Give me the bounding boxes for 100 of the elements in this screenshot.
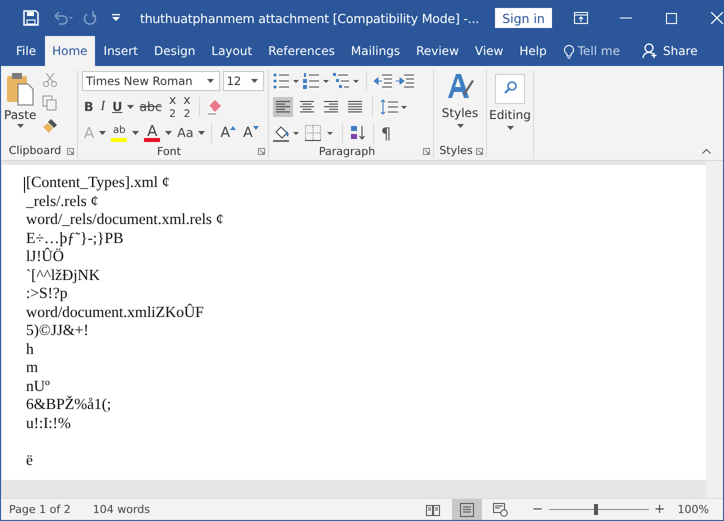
dropdown-arrow-icon: [251, 79, 258, 83]
dropdown-arrow-icon[interactable]: [99, 131, 106, 135]
ribbon-tab[interactable]: Design: [146, 36, 202, 66]
paintbrush-icon[interactable]: [42, 118, 58, 134]
group-label: Font: [157, 144, 181, 158]
font-size-button[interactable]: A: [241, 126, 261, 140]
document-line: 5)©JJ&+!: [26, 322, 90, 340]
customize-menu-icon[interactable]: [112, 14, 120, 22]
web-page-icon: [493, 502, 508, 516]
font-size-combo[interactable]: 12: [222, 71, 264, 91]
paint-bucket-icon[interactable]: [273, 124, 301, 142]
ribbon-display-options-icon[interactable]: [574, 12, 588, 24]
collapse-ribbon-icon[interactable]: [702, 149, 711, 154]
book-icon: [426, 504, 440, 516]
document-line: h: [26, 340, 35, 359]
editing-button[interactable]: Editing: [489, 70, 531, 158]
format-button[interactable]: A: [142, 124, 162, 142]
format-button[interactable]: ab: [109, 124, 130, 142]
format-button[interactable]: abc: [137, 100, 164, 114]
dialog-launcher-icon[interactable]: [258, 148, 265, 155]
sign-in-button[interactable]: Sign in: [495, 8, 552, 28]
ribbon-tab[interactable]: Mailings: [344, 36, 408, 66]
dropdown-arrow-icon: [506, 126, 514, 130]
document-line: E÷…þƒ˜}-;}PB: [26, 230, 124, 248]
window-title: thuthuatphanmem attachment [Compatibility Mode] -...: [140, 10, 480, 26]
document-line: 6&BPŽ%å1(;: [26, 396, 112, 414]
ribbon-tab[interactable]: View: [468, 36, 510, 66]
document-line: ë: [26, 452, 34, 470]
sort-icon[interactable]: [350, 125, 366, 141]
ribbon-tab[interactable]: Help: [512, 36, 554, 66]
dialog-launcher-icon[interactable]: [476, 148, 483, 155]
bullets-icon[interactable]: [273, 73, 299, 89]
share-button[interactable]: Share: [662, 36, 698, 66]
styles-button[interactable]: Styles: [442, 70, 478, 142]
group-label: Styles: [439, 144, 473, 156]
document-line: word/document.xmliZKoÛF: [26, 304, 205, 322]
borders-icon[interactable]: [305, 125, 335, 141]
align-icon: [276, 101, 290, 113]
format-button[interactable]: U: [110, 100, 124, 114]
document-line: m: [26, 359, 40, 378]
line-spacing-icon[interactable]: [380, 99, 408, 115]
increase-indent-icon[interactable]: [396, 74, 414, 88]
document-line: nUº: [26, 378, 51, 396]
zoom-percentage[interactable]: 100%: [678, 503, 709, 516]
show-formatting-button[interactable]: ¶: [381, 124, 392, 142]
dropdown-arrow-icon: [456, 124, 464, 128]
ribbon-tab[interactable]: Insert: [96, 36, 145, 66]
undo-icon[interactable]: [53, 11, 75, 25]
eraser-icon[interactable]: [206, 98, 224, 116]
dropdown-arrow-icon[interactable]: [198, 131, 206, 135]
dropdown-arrow-icon[interactable]: [127, 105, 134, 109]
lightbulb-icon: [564, 44, 574, 58]
align-icon: [324, 101, 338, 113]
format-button[interactable]: Aa: [175, 126, 196, 140]
dialog-launcher-icon[interactable]: [423, 148, 430, 155]
dropdown-arrow-icon: [16, 124, 24, 128]
zoom-out-button[interactable]: −: [532, 502, 544, 517]
dialog-launcher-icon[interactable]: [67, 148, 74, 155]
document-line: `[^^lžĐjNK: [26, 266, 101, 285]
zoom-slider-thumb[interactable]: [594, 504, 598, 515]
copy-icon[interactable]: [42, 95, 58, 111]
redo-icon[interactable]: [83, 11, 97, 25]
up-triangle-icon: [230, 126, 236, 130]
save-icon[interactable]: [23, 10, 39, 26]
group-label: Paragraph: [318, 144, 376, 158]
ribbon-tab[interactable]: Layout: [204, 36, 260, 66]
group-label: Clipboard: [8, 144, 62, 156]
align-icon: [300, 101, 314, 113]
minimize-icon[interactable]: [620, 17, 632, 19]
ribbon-tab[interactable]: Review: [409, 36, 466, 66]
clipboard-icon: [6, 72, 34, 106]
format-button[interactable]: I: [98, 100, 108, 114]
scissors-icon[interactable]: [42, 72, 58, 88]
font-name-combo[interactable]: Times New Roman: [82, 71, 220, 91]
close-icon[interactable]: [711, 12, 723, 24]
dropdown-arrow-icon[interactable]: [132, 131, 140, 135]
tell-me-field[interactable]: Tell me: [578, 36, 620, 66]
page-count[interactable]: Page 1 of 2: [9, 503, 71, 516]
maximize-icon[interactable]: [666, 12, 677, 24]
align-button[interactable]: [273, 97, 293, 117]
share-person-icon: [642, 43, 658, 59]
paste-button[interactable]: Paste: [4, 70, 36, 142]
ribbon-tab[interactable]: Home: [45, 36, 95, 66]
format-button[interactable]: B: [82, 100, 96, 114]
multilevel-list-icon[interactable]: [333, 73, 359, 89]
down-triangle-icon: [252, 126, 259, 130]
font-size-button[interactable]: A: [218, 126, 238, 140]
ribbon-tab[interactable]: References: [261, 36, 342, 66]
align-icon: [348, 101, 362, 113]
dropdown-arrow-icon[interactable]: [165, 131, 172, 135]
decrease-indent-icon[interactable]: [374, 74, 392, 88]
zoom-in-button[interactable]: +: [654, 502, 666, 517]
numbering-icon[interactable]: [303, 73, 329, 89]
vertical-scrollbar[interactable]: [706, 161, 723, 498]
document-line: u!:I:!%: [26, 414, 72, 433]
search-icon: [495, 74, 525, 104]
page-icon: [460, 502, 474, 516]
print-layout-button[interactable]: [452, 499, 482, 520]
ribbon-tab[interactable]: File: [9, 36, 44, 66]
word-count[interactable]: 104 words: [92, 503, 150, 516]
